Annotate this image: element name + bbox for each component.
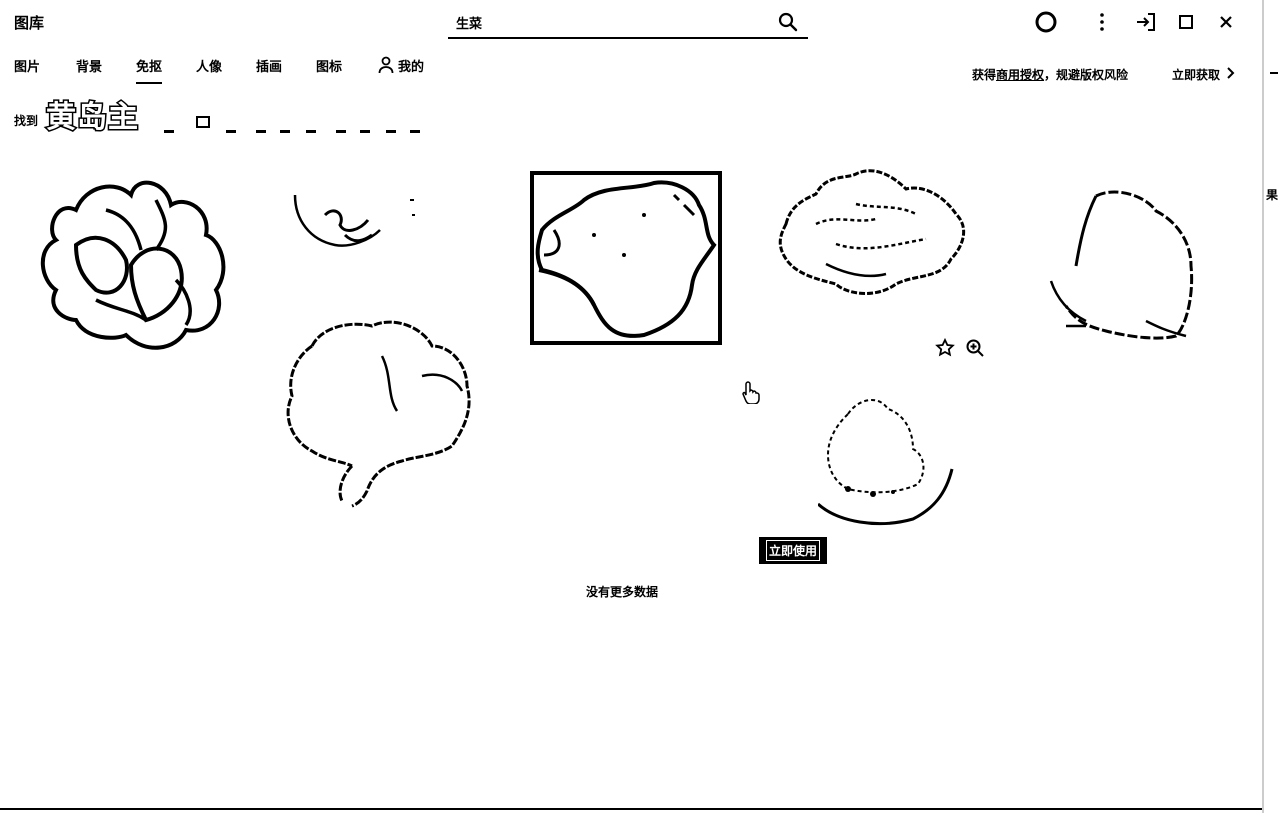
search-icon[interactable] [778, 12, 798, 32]
lettuce-image [293, 194, 415, 247]
divider [280, 130, 290, 133]
star-icon[interactable] [934, 337, 956, 359]
card-hover-actions [934, 337, 986, 359]
get-license-label: 立即获取 [1172, 68, 1221, 82]
lettuce-image [818, 399, 954, 526]
tab-mine[interactable]: 我的 [378, 56, 424, 82]
search-box[interactable] [448, 6, 808, 39]
divider [336, 130, 346, 133]
lettuce-image-card[interactable] [36, 170, 232, 360]
divider [410, 130, 420, 133]
chevron-right-icon [1227, 67, 1235, 79]
tab-backgrounds[interactable]: 背景 [76, 56, 102, 82]
lettuce-image [778, 169, 966, 295]
divider [256, 130, 266, 133]
scrollbar-track[interactable] [1262, 0, 1264, 813]
watermark-stamp: 黄岛主 [45, 99, 140, 137]
tab-images[interactable]: 图片 [14, 56, 40, 82]
side-panel-label: 果 [1266, 188, 1279, 202]
tab-illustrations[interactable]: 插画 [256, 56, 282, 82]
app-title: 图库 [14, 14, 45, 32]
lettuce-image-card-hovered[interactable] [818, 394, 958, 528]
tab-icons[interactable]: 图标 [316, 56, 342, 82]
lettuce-image [535, 180, 717, 338]
lettuce-image-card[interactable] [776, 164, 972, 306]
license-promo: 获得商用授权，规避版权风险 [972, 66, 1128, 83]
user-icon [378, 56, 394, 74]
maximize-icon[interactable] [1174, 10, 1198, 34]
divider [226, 130, 236, 133]
promo-suffix: ，规避版权风险 [1044, 68, 1129, 82]
divider [386, 130, 396, 133]
tab-portraits[interactable]: 人像 [196, 56, 222, 82]
title-bar: 图库 [0, 0, 1262, 44]
lettuce-image [40, 180, 226, 350]
promo-prefix: 获得 [972, 68, 997, 82]
hand-pointer-icon [742, 380, 760, 408]
divider [196, 116, 210, 128]
get-license-button[interactable]: 立即获取 [1172, 66, 1236, 83]
divider [1270, 72, 1278, 76]
zoom-in-icon[interactable] [964, 337, 986, 359]
divider [306, 130, 316, 133]
commercial-license-link[interactable]: 商用授权 [996, 68, 1044, 82]
result-count: 找到 [14, 114, 39, 128]
use-now-label: 立即使用 [766, 540, 821, 561]
divider [164, 130, 174, 133]
no-more-data-text: 没有更多数据 [586, 585, 659, 599]
circle-icon[interactable] [1034, 10, 1058, 34]
lettuce-image [1049, 190, 1194, 340]
lettuce-image-card[interactable] [282, 316, 478, 510]
sign-in-icon[interactable] [1134, 10, 1158, 34]
close-icon[interactable] [1214, 10, 1238, 34]
tab-mine-label: 我的 [398, 60, 425, 75]
bottom-border [0, 808, 1262, 810]
lettuce-image-card-selected[interactable] [530, 171, 722, 345]
divider [360, 130, 370, 133]
more-vertical-icon[interactable] [1090, 10, 1114, 34]
tab-cutouts[interactable]: 免抠 [136, 56, 163, 84]
use-now-button[interactable]: 立即使用 [758, 537, 828, 564]
lettuce-image-card[interactable] [1046, 186, 1196, 346]
search-input[interactable] [456, 10, 756, 34]
lettuce-image-card[interactable] [290, 190, 420, 250]
lettuce-image [286, 320, 471, 508]
